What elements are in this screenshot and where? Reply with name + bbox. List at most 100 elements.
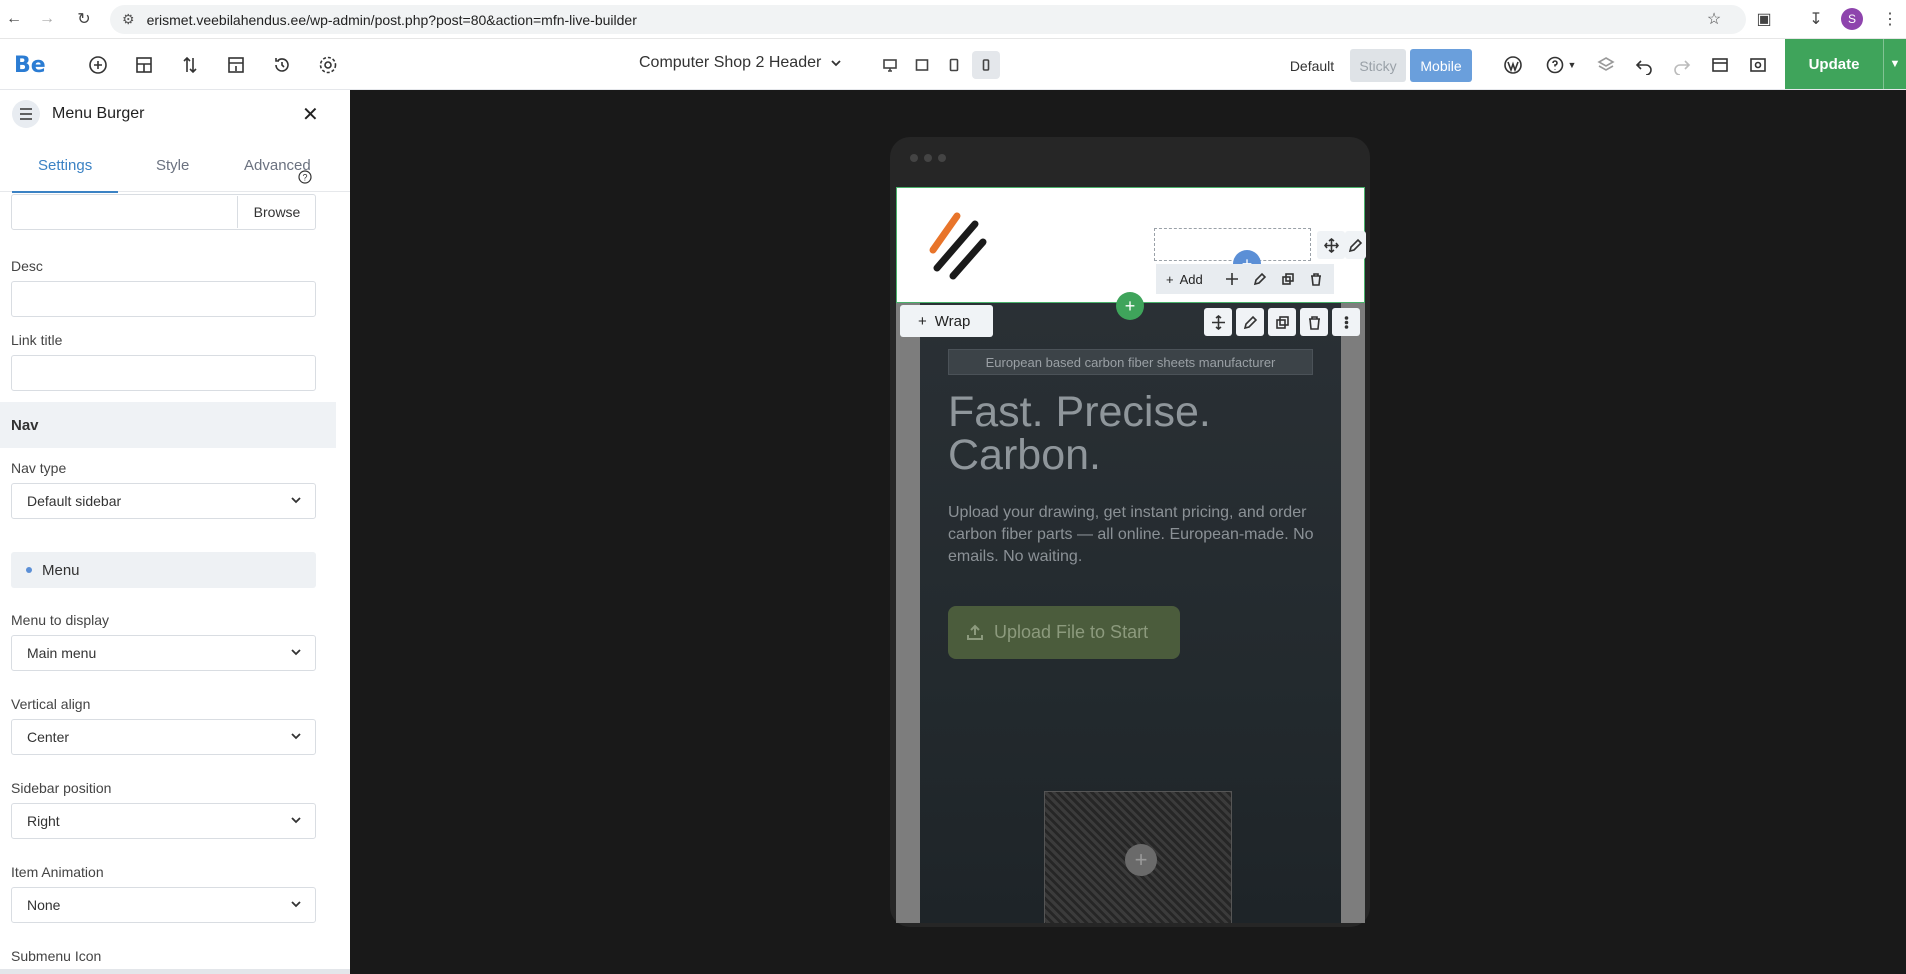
hero-section[interactable]: European based carbon fiber sheets manuf…	[920, 303, 1341, 923]
duplicate-icon[interactable]	[1274, 264, 1302, 294]
add-section-button[interactable]: +	[1116, 292, 1144, 320]
settings-sidebar: Menu Burger ✕ Settings Style Advanced ? …	[0, 90, 350, 974]
layout-grid-icon[interactable]	[132, 53, 156, 77]
add-element-icon[interactable]	[86, 53, 110, 77]
nav-section-header: Nav	[0, 402, 336, 448]
nav-type-value: Default sidebar	[27, 493, 122, 509]
update-label: Update	[1808, 55, 1860, 73]
settings-gear-icon[interactable]	[316, 53, 340, 77]
mode-default[interactable]: Default	[1282, 49, 1342, 82]
chevron-down-icon	[831, 60, 841, 67]
site-info-icon[interactable]: ⚙	[122, 11, 135, 28]
close-icon[interactable]: ✕	[302, 102, 319, 127]
empty-wrap-dropzone[interactable]	[1154, 228, 1311, 261]
chevron-down-icon	[291, 497, 301, 504]
sidebar-tabs: Settings Style Advanced ?	[0, 147, 350, 192]
help-circle-icon[interactable]: ?	[298, 170, 312, 184]
chevron-down-icon	[291, 733, 301, 740]
wrap-button[interactable]: + Wrap	[900, 305, 993, 337]
mobile-view-icon[interactable]	[972, 51, 1000, 79]
reload-icon[interactable]: ↻	[74, 9, 94, 29]
browse-button[interactable]: Browse	[237, 196, 316, 228]
update-dropdown-icon[interactable]: ▼	[1883, 39, 1906, 89]
duplicate-icon[interactable]	[1268, 308, 1296, 336]
download-icon[interactable]: ↧	[1806, 9, 1826, 29]
trash-icon[interactable]	[1300, 308, 1328, 336]
sidebar-position-value: Right	[27, 813, 60, 829]
upload-file-button[interactable]: Upload File to Start	[948, 606, 1180, 659]
bookmark-star-icon[interactable]: ☆	[1704, 9, 1724, 29]
menu-subsection: Menu	[11, 552, 316, 588]
desktop-view-icon[interactable]	[876, 51, 904, 79]
update-button[interactable]: Update ▼	[1785, 39, 1906, 89]
edit-pencil-icon[interactable]	[1236, 308, 1264, 336]
add-label: Add	[1179, 271, 1203, 287]
add-icon[interactable]: +	[1125, 844, 1157, 876]
builder-topbar: Be Computer Shop 2 Header Default Sticky…	[0, 39, 1906, 90]
layers-icon[interactable]	[1594, 53, 1618, 77]
sidebar-position-select[interactable]: Right	[11, 803, 316, 839]
desc-label: Desc	[11, 258, 43, 274]
betheme-logo[interactable]: Be	[14, 53, 46, 78]
extensions-icon[interactable]: ▣	[1754, 9, 1774, 29]
wordpress-icon[interactable]	[1501, 53, 1525, 77]
forward-icon[interactable]: →	[37, 9, 57, 29]
menu-burger-icon	[12, 100, 40, 128]
upload-icon	[967, 624, 983, 640]
chevron-down-icon	[291, 901, 301, 908]
tablet-view-icon[interactable]	[940, 51, 968, 79]
site-logo[interactable]	[927, 210, 995, 282]
sort-icon[interactable]	[178, 53, 202, 77]
edit-pencil-icon[interactable]	[1246, 264, 1274, 294]
move-icon[interactable]	[1317, 231, 1345, 259]
mode-mobile[interactable]: Mobile	[1410, 49, 1472, 82]
export-icon[interactable]	[224, 53, 248, 77]
bullet-icon	[26, 567, 32, 573]
vertical-align-value: Center	[27, 729, 70, 745]
svg-text:?: ?	[302, 173, 307, 183]
tab-style[interactable]: Style	[156, 157, 189, 174]
sidebar-title: Menu Burger	[52, 105, 145, 122]
sidebar-header: Menu Burger ✕	[0, 90, 350, 136]
mode-sticky[interactable]: Sticky	[1350, 49, 1406, 82]
menu-subsection-label: Menu	[42, 561, 80, 579]
url-text[interactable]: erismet.veebilahendus.ee/wp-admin/post.p…	[147, 12, 637, 28]
undo-icon[interactable]	[1632, 53, 1656, 77]
submenu-icon-label: Submenu Icon	[11, 948, 102, 964]
menu-kebab-icon[interactable]: ⋮	[1880, 9, 1900, 29]
edit-pencil-icon[interactable]	[1345, 231, 1366, 259]
menu-to-display-select[interactable]: Main menu	[11, 635, 316, 671]
history-icon[interactable]	[270, 53, 294, 77]
carbon-image-placeholder[interactable]: +	[1044, 791, 1232, 923]
menu-to-display-label: Menu to display	[11, 612, 110, 628]
preview-window-icon[interactable]	[1708, 53, 1732, 77]
device-switcher	[876, 51, 1008, 79]
vertical-align-label: Vertical align	[11, 696, 91, 712]
trash-icon[interactable]	[1302, 264, 1330, 294]
profile-avatar[interactable]: S	[1841, 8, 1863, 30]
move-icon[interactable]	[1204, 308, 1232, 336]
page-title-dropdown[interactable]: Computer Shop 2 Header	[639, 54, 843, 72]
hero-badge: European based carbon fiber sheets manuf…	[948, 349, 1313, 375]
more-options-icon[interactable]	[1332, 308, 1360, 336]
menu-to-display-value: Main menu	[27, 645, 97, 661]
item-animation-label: Item Animation	[11, 864, 104, 880]
desc-input[interactable]	[11, 281, 316, 317]
tab-settings[interactable]: Settings	[38, 157, 92, 174]
link-title-input[interactable]	[11, 355, 316, 391]
address-bar[interactable]: ⚙ erismet.veebilahendus.ee/wp-admin/post…	[110, 5, 1746, 34]
redo-icon[interactable]	[1670, 53, 1694, 77]
add-button[interactable]: + Add	[1156, 272, 1218, 287]
back-icon[interactable]: ←	[4, 9, 24, 29]
help-icon[interactable]	[1543, 53, 1567, 77]
laptop-view-icon[interactable]	[908, 51, 936, 79]
link-title-label: Link title	[11, 332, 63, 348]
item-animation-select[interactable]: None	[11, 887, 316, 923]
nav-type-label: Nav type	[11, 460, 67, 476]
nav-type-select[interactable]: Default sidebar	[11, 483, 316, 519]
vertical-align-select[interactable]: Center	[11, 719, 316, 755]
move-icon[interactable]	[1218, 264, 1246, 294]
chevron-down-icon	[291, 817, 301, 824]
help-dropdown-icon[interactable]: ▼	[1566, 53, 1578, 77]
eye-preview-icon[interactable]	[1746, 53, 1770, 77]
